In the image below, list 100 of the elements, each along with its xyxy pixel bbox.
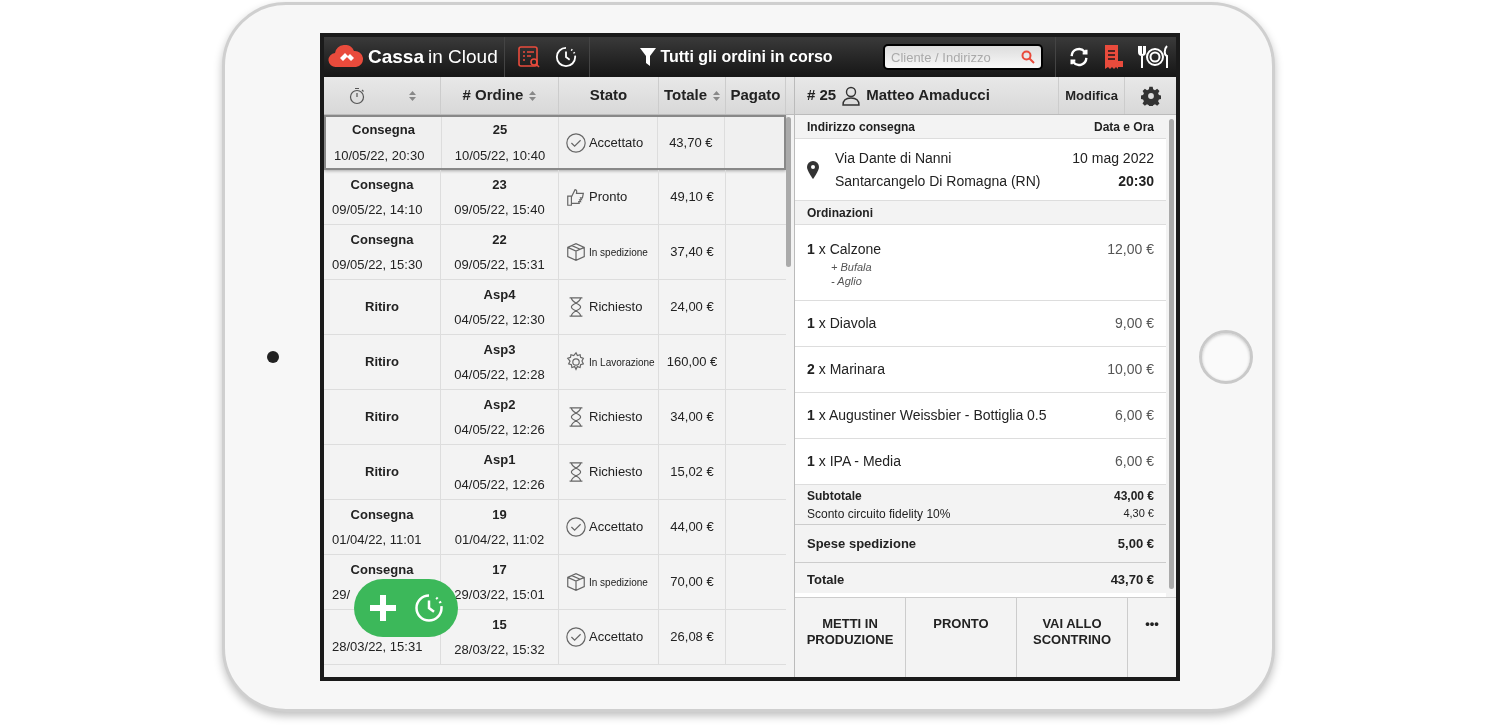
item-price: 6,00 €: [1115, 406, 1154, 425]
item-name: x Calzone: [818, 240, 882, 259]
order-row[interactable]: Consegna 10/05/22, 20:30 25 10/05/22, 10:40 Accettato 43,70 €: [324, 115, 786, 170]
status-label: Richiesto: [589, 463, 643, 482]
order-total: 43,70 €: [669, 133, 713, 152]
column-header[interactable]: Totale: [663, 84, 708, 107]
order-row[interactable]: Consegna 09/05/22, 14:10 23 09/05/22, 15:40 Pronto 49,10 €: [324, 170, 786, 225]
location-pin-icon: [807, 160, 819, 179]
order-row[interactable]: Ritiro Asp4 04/05/22, 12:30 Richiesto 24,00 €: [324, 280, 786, 335]
column-header[interactable]: Stato: [589, 84, 628, 107]
order-type: Ritiro: [365, 408, 399, 427]
order-created: 01/04/22, 11:02: [454, 531, 545, 549]
order-row[interactable]: Ritiro Asp1 04/05/22, 12:26 Richiesto 15,02 €: [324, 445, 786, 500]
order-time: 09/05/22, 15:30: [332, 256, 423, 274]
status-label: Richiesto: [589, 408, 643, 427]
order-list-search-icon[interactable]: [517, 45, 541, 69]
order-created: 10/05/22, 10:40: [454, 146, 546, 165]
address-line: Via Dante di Nanni: [835, 148, 953, 168]
action-button[interactable]: PRONTO: [906, 598, 1017, 677]
order-total: 44,00 €: [670, 518, 714, 537]
status-label: Accettato: [589, 628, 644, 647]
order-created: 04/05/22, 12:28: [454, 366, 545, 384]
check-circle-icon: [565, 626, 587, 648]
order-row[interactable]: Ritiro Asp2 04/05/22, 12:26 Richiesto 34,00 €: [324, 390, 786, 445]
check-circle-icon: [565, 516, 587, 538]
customer-name: Matteo Amaducci: [866, 85, 991, 106]
action-button[interactable]: •••: [1128, 598, 1176, 677]
shipping-value: 5,00 €: [1117, 534, 1154, 553]
total-label: Totale: [807, 570, 845, 589]
filter-label[interactable]: Tutti gli ordini in corso: [660, 45, 833, 69]
sort-icon[interactable]: [529, 90, 537, 101]
gear-icon: [565, 351, 587, 373]
discount-value: 4,30 €: [1123, 505, 1154, 521]
delivery-time: 20:30: [1118, 171, 1154, 191]
delivery-date: 10 mag 2022: [1072, 148, 1154, 168]
shipping-label: Spese spedizione: [807, 534, 917, 553]
order-row[interactable]: Ritiro Asp3 04/05/22, 12:28 In Lavorazione 160,00 €: [324, 335, 786, 390]
filter-icon[interactable]: [640, 48, 657, 66]
item-quantity: 1: [807, 314, 815, 333]
section-title: Indirizzo consegna: [807, 118, 915, 136]
order-type: Consegna: [350, 505, 414, 524]
order-total: 34,00 €: [670, 408, 714, 427]
order-type: Ritiro: [365, 298, 399, 317]
order-total: 37,40 €: [670, 243, 714, 262]
order-number: Asp4: [483, 285, 516, 304]
status-label: In Lavorazione: [589, 355, 655, 370]
sort-icon[interactable]: [408, 90, 416, 101]
order-number: 17: [492, 560, 507, 579]
item-quantity: 1: [807, 240, 815, 259]
order-number: 15: [492, 615, 507, 634]
order-total: 160,00 €: [666, 353, 718, 372]
item-name: x IPA - Media: [818, 452, 901, 471]
receipt-icon[interactable]: [1104, 45, 1124, 69]
edit-button[interactable]: Modifica: [1058, 77, 1124, 114]
scrollbar[interactable]: [1168, 119, 1174, 589]
order-time: 29/: [332, 586, 351, 604]
add-button[interactable]: [354, 579, 406, 637]
clock-icon[interactable]: [555, 46, 577, 68]
total-value: 43,70 €: [1110, 570, 1154, 589]
order-time: 10/05/22, 20:30: [334, 146, 425, 165]
order-number: # 25: [806, 85, 837, 106]
order-created: 04/05/22, 12:26: [454, 421, 545, 439]
home-button[interactable]: [1199, 330, 1253, 384]
order-total: 26,08 €: [670, 628, 714, 647]
action-button[interactable]: METTI IN PRODUZIONE: [795, 598, 906, 677]
status-label: Richiesto: [589, 298, 643, 317]
order-number: 23: [492, 175, 507, 194]
search-icon[interactable]: [1021, 50, 1035, 64]
user-icon: [842, 85, 861, 106]
subtotal-value: 43,00 €: [1113, 487, 1154, 505]
cutlery-plate-icon[interactable]: [1138, 45, 1170, 69]
order-row[interactable]: Consegna 01/04/22, 11:01 19 01/04/22, 11:02 Accettato 44,00 €: [324, 500, 786, 555]
status-label: In spedizione: [589, 575, 648, 590]
order-row[interactable]: Consegna 09/05/22, 15:30 22 09/05/22, 15:31 In spedizione 37,40 €: [324, 225, 786, 280]
stopwatch-icon[interactable]: [348, 86, 365, 105]
order-number: Asp2: [483, 395, 516, 414]
item-name: x Augustiner Weissbier - Bottiglia 0.5: [818, 406, 1047, 425]
status-label: In spedizione: [589, 245, 648, 260]
camera-icon: [266, 351, 279, 363]
refresh-icon[interactable]: [1068, 46, 1090, 68]
section-title: Ordinazioni: [807, 204, 873, 222]
item-name: x Diavola: [818, 314, 877, 333]
settings-icon[interactable]: [1140, 85, 1161, 106]
item-modifier: - Aglio: [830, 274, 863, 288]
item-quantity: 1: [807, 452, 815, 471]
column-header[interactable]: Pagato: [730, 84, 781, 107]
order-created: 09/05/22, 15:40: [454, 201, 545, 219]
scrollbar[interactable]: [786, 117, 791, 267]
column-header[interactable]: # Ordine: [462, 84, 524, 107]
plus-icon[interactable]: [370, 595, 396, 621]
item-price: 9,00 €: [1115, 314, 1154, 333]
order-time: 01/04/22, 11:01: [332, 531, 422, 549]
item-price: 12,00 €: [1107, 240, 1154, 259]
sort-icon[interactable]: [713, 90, 721, 101]
search-field[interactable]: Cliente / Indirizzo: [883, 44, 1043, 70]
action-button[interactable]: VAI ALLO SCONTRINO: [1017, 598, 1128, 677]
order-type: Consegna: [350, 175, 414, 194]
order-type: Ritiro: [365, 463, 399, 482]
order-time: 09/05/22, 14:10: [332, 201, 423, 219]
order-created: 29/03/22, 15:01: [454, 586, 545, 604]
